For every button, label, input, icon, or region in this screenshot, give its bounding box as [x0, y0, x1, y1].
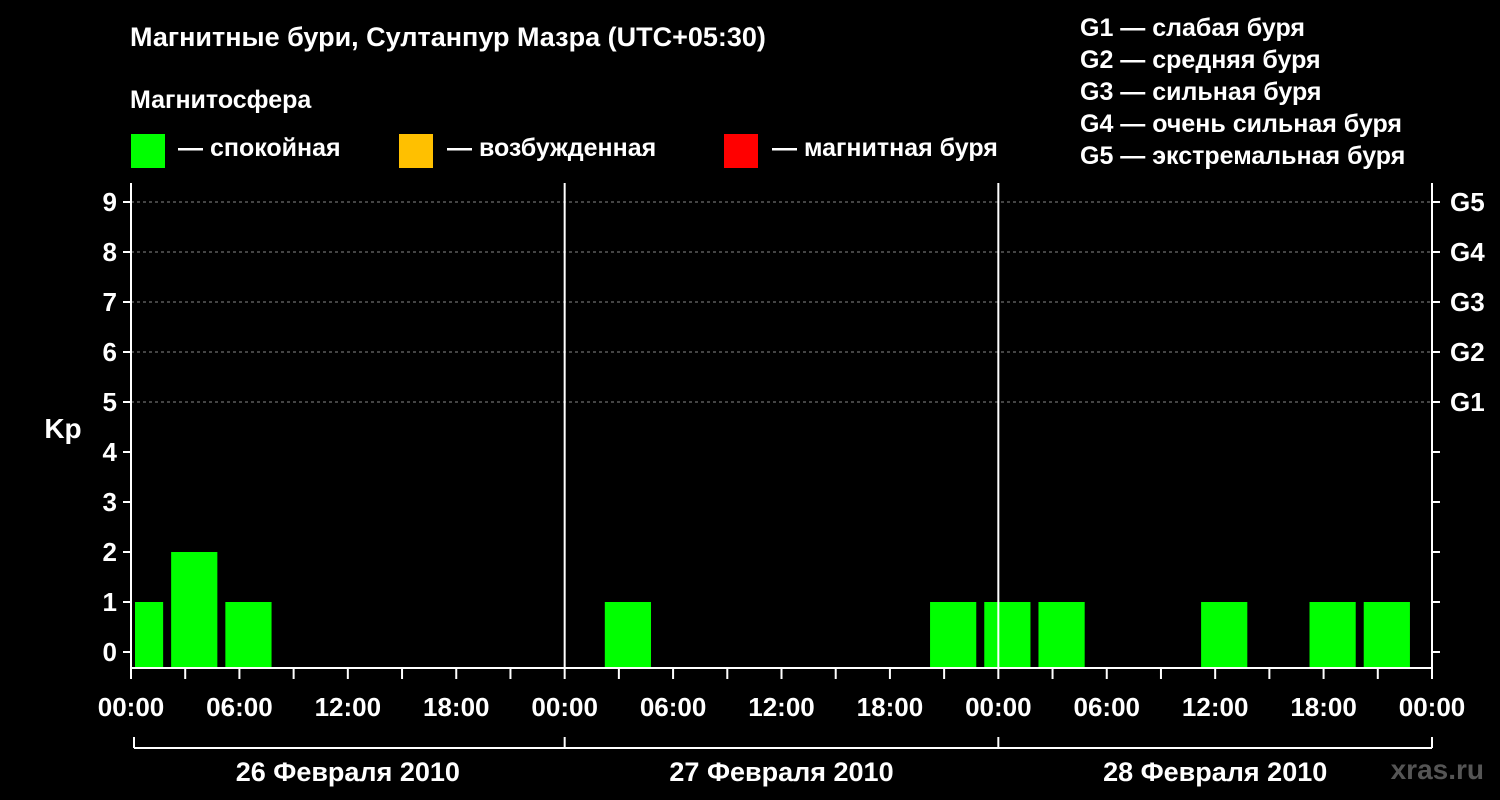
x-tick-label: 00:00: [531, 692, 598, 722]
x-tick-label: 00:00: [965, 692, 1032, 722]
kp-bar: [604, 602, 652, 668]
x-tick-label: 00:00: [1399, 692, 1466, 722]
kp-bar: [1363, 602, 1410, 668]
y-tick-label: 1: [103, 587, 117, 617]
y-axis-label: Kp: [44, 413, 81, 444]
x-tick-label: 00:00: [98, 692, 165, 722]
day-label: 26 Февраля 2010: [236, 757, 460, 787]
storm-level-label: G1: [1450, 387, 1485, 417]
storm-level-label: G3: [1450, 287, 1485, 317]
storm-level-label: G5: [1450, 187, 1485, 217]
kp-bar: [984, 602, 1031, 668]
y-tick-label: 9: [103, 187, 117, 217]
kp-bar: [171, 552, 218, 668]
kp-bar: [930, 602, 977, 668]
day-label: 27 Февраля 2010: [669, 757, 893, 787]
y-tick-label: 8: [103, 237, 117, 267]
watermark: xras.ru: [1390, 754, 1484, 785]
y-tick-label: 4: [103, 437, 118, 467]
x-tick-label: 18:00: [1290, 692, 1357, 722]
x-tick-label: 12:00: [748, 692, 815, 722]
kp-bar: [1309, 602, 1356, 668]
kp-chart: 0 1 2 3 4 5 6 7 8 9 G1 G2 G3 G4 G5 Kp 00:00 06:00 12:00 18:…: [44, 183, 1485, 787]
y-tick-label: 3: [103, 487, 117, 517]
kp-bar: [135, 602, 164, 668]
kp-bar: [1201, 602, 1248, 668]
y-tick-label: 6: [103, 337, 117, 367]
x-tick-label: 12:00: [315, 692, 382, 722]
x-tick-label: 06:00: [1074, 692, 1141, 722]
kp-bar: [1038, 602, 1085, 668]
x-tick-label: 12:00: [1182, 692, 1249, 722]
y-tick-label: 7: [103, 287, 117, 317]
x-tick-label: 06:00: [640, 692, 707, 722]
y-tick-label: 2: [103, 537, 117, 567]
storm-level-label: G2: [1450, 337, 1485, 367]
y-tick-label: 0: [103, 637, 117, 667]
x-tick-label: 18:00: [857, 692, 924, 722]
x-tick-label: 06:00: [206, 692, 273, 722]
y-tick-label: 5: [103, 387, 117, 417]
storm-level-label: G4: [1450, 237, 1485, 267]
day-label: 28 Февраля 2010: [1103, 757, 1327, 787]
kp-bar: [225, 602, 272, 668]
x-tick-label: 18:00: [423, 692, 490, 722]
